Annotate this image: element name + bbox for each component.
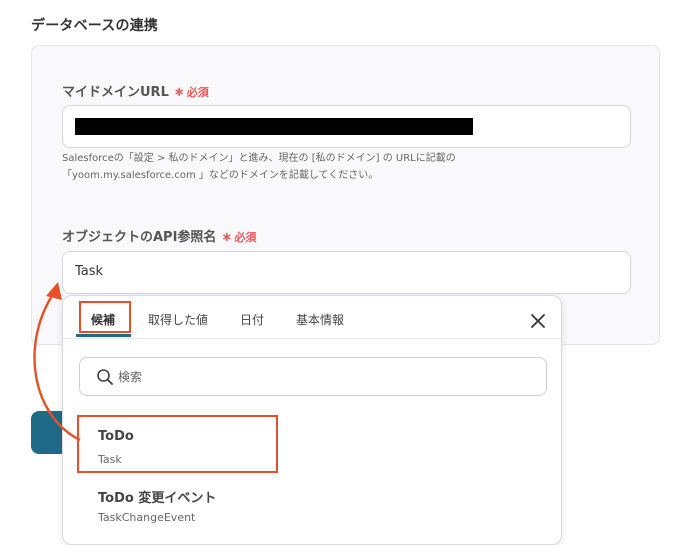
- domain-url-label: マイドメインURL ∗ 必須: [62, 81, 209, 100]
- search-field[interactable]: [79, 357, 547, 396]
- object-api-name-input[interactable]: Task: [62, 251, 631, 294]
- option-subtitle: TaskChangeEvent: [98, 511, 196, 524]
- tab-retrieved-values[interactable]: 取得した値: [148, 311, 208, 328]
- tab-basic-info[interactable]: 基本情報: [296, 311, 344, 328]
- domain-url-help-line2: 「yoom.my.salesforce.com 」などのドメインを記載してくださ…: [62, 170, 379, 181]
- tab-divider: [63, 338, 561, 339]
- object-api-name-label: オブジェクトのAPI参照名 ∗ 必須: [62, 226, 256, 245]
- domain-url-help-line1: Salesforceの「設定 > 私のドメイン」と進み、現在の [私のドメイン]…: [62, 153, 456, 164]
- redacted-value: [75, 118, 473, 135]
- search-input[interactable]: [118, 367, 518, 387]
- domain-url-help: Salesforceの「設定 > 私のドメイン」と進み、現在の [私のドメイン]…: [62, 150, 456, 184]
- option-todo-change-event[interactable]: ToDo 変更イベント TaskChangeEvent: [63, 479, 561, 535]
- tab-highlight-box: [79, 301, 131, 333]
- active-tab-indicator: [76, 334, 131, 337]
- required-badge: 必須: [186, 86, 209, 99]
- option-title: ToDo 変更イベント: [98, 491, 217, 506]
- option-highlight-box: [77, 415, 278, 473]
- section-title: データベースの連携: [31, 18, 159, 34]
- tab-date[interactable]: 日付: [240, 311, 264, 328]
- required-star-icon: ∗: [221, 230, 233, 245]
- required-badge: 必須: [234, 231, 257, 244]
- search-icon: [97, 369, 113, 385]
- domain-url-input[interactable]: [62, 105, 631, 148]
- domain-url-label-text: マイドメインURL: [62, 85, 169, 100]
- object-api-name-value: Task: [75, 264, 104, 279]
- required-star-icon: ∗: [173, 85, 185, 100]
- close-icon[interactable]: [529, 312, 547, 330]
- object-api-name-label-text: オブジェクトのAPI参照名: [62, 230, 217, 245]
